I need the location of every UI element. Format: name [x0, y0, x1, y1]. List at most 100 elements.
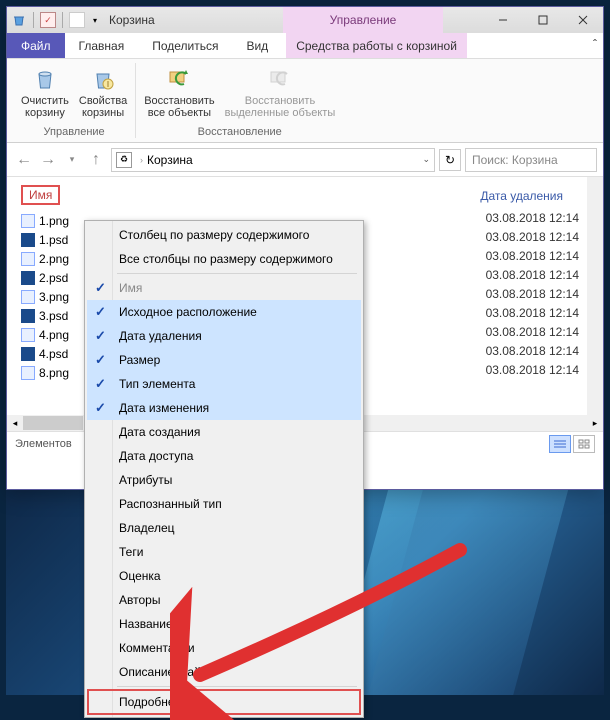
file-row[interactable]: 3.psd: [21, 306, 69, 325]
file-date: 03.08.2018 12:14: [486, 306, 579, 325]
ribbon-collapse-icon[interactable]: ˆ: [593, 37, 597, 51]
ctx-col-title[interactable]: Название: [87, 612, 361, 636]
file-name: 2.png: [39, 252, 69, 266]
recycle-bin-icon: [11, 12, 27, 28]
ctx-col-name[interactable]: ✓Имя: [87, 276, 361, 300]
tab-share[interactable]: Поделиться: [138, 33, 232, 58]
file-row[interactable]: 8.png: [21, 363, 69, 382]
view-icons-button[interactable]: [573, 435, 595, 453]
qat-checkbox-icon[interactable]: ✓: [40, 12, 56, 28]
file-date: 03.08.2018 12:14: [486, 230, 579, 249]
address-bar[interactable]: ♻ › Корзина ⌄: [111, 148, 435, 172]
nav-up-button[interactable]: ↑: [85, 149, 107, 171]
ctx-size-column[interactable]: Столбец по размеру содержимого: [87, 223, 361, 247]
file-name: 1.psd: [39, 233, 68, 247]
ribbon-group-restore-label: Восстановление: [198, 126, 282, 138]
ctx-col-date-modified[interactable]: ✓Дата изменения: [87, 396, 361, 420]
file-row[interactable]: 1.psd: [21, 230, 69, 249]
file-date: 03.08.2018 12:14: [486, 344, 579, 363]
trash-icon: [31, 65, 59, 93]
close-button[interactable]: [563, 7, 603, 33]
check-icon: ✓: [95, 280, 106, 296]
psd-file-icon: [21, 309, 35, 323]
minimize-button[interactable]: [483, 7, 523, 33]
tab-recycle-tools[interactable]: Средства работы с корзиной: [286, 33, 467, 58]
address-dropdown-icon[interactable]: ⌄: [422, 154, 430, 165]
png-file-icon: [21, 214, 35, 228]
ctx-col-owner[interactable]: Владелец: [87, 516, 361, 540]
refresh-button[interactable]: ↻: [439, 149, 461, 171]
check-icon: ✓: [95, 352, 106, 368]
nav-forward-button[interactable]: →: [37, 149, 59, 171]
file-name: 4.png: [39, 328, 69, 342]
ctx-col-perceived-type[interactable]: Распознанный тип: [87, 492, 361, 516]
check-icon: ✓: [95, 376, 106, 392]
status-text: Элементов: [15, 438, 72, 450]
png-file-icon: [21, 290, 35, 304]
file-row[interactable]: 2.png: [21, 249, 69, 268]
empty-recycle-button[interactable]: Очистить корзину: [21, 63, 69, 124]
check-icon: ✓: [95, 328, 106, 344]
tab-file[interactable]: Файл: [7, 33, 65, 58]
chevron-right-icon: ›: [140, 155, 143, 165]
restore-selected-icon: [266, 65, 294, 93]
file-row[interactable]: 4.psd: [21, 344, 69, 363]
file-row[interactable]: 3.png: [21, 287, 69, 306]
ctx-col-attributes[interactable]: Атрибуты: [87, 468, 361, 492]
ctx-col-date-deleted[interactable]: ✓Дата удаления: [87, 324, 361, 348]
nav-bar: ← → ▾ ↑ ♻ › Корзина ⌄ ↻ Поиск: Корзина: [7, 143, 603, 177]
ctx-col-orig-location[interactable]: ✓Исходное расположение: [87, 300, 361, 324]
qat-dropdown-icon[interactable]: ▾: [87, 12, 103, 28]
ctx-col-authors[interactable]: Авторы: [87, 588, 361, 612]
ctx-col-size[interactable]: ✓Размер: [87, 348, 361, 372]
column-header-date[interactable]: Дата удаления: [480, 189, 563, 203]
search-input[interactable]: Поиск: Корзина: [465, 148, 597, 172]
tab-view[interactable]: Вид: [232, 33, 282, 58]
column-header-name[interactable]: Имя: [21, 185, 60, 205]
nav-back-button[interactable]: ←: [13, 149, 35, 171]
file-name: 2.psd: [39, 271, 68, 285]
scroll-thumb[interactable]: [23, 416, 83, 430]
file-date: 03.08.2018 12:14: [486, 249, 579, 268]
psd-file-icon: [21, 233, 35, 247]
file-row[interactable]: 1.png: [21, 211, 69, 230]
ctx-col-comments[interactable]: Комментарии: [87, 636, 361, 660]
ctx-col-rating[interactable]: Оценка: [87, 564, 361, 588]
ctx-size-all-columns[interactable]: Все столбцы по размеру содержимого: [87, 247, 361, 271]
scroll-left-icon[interactable]: ◂: [7, 415, 23, 431]
check-icon: ✓: [95, 304, 106, 320]
view-details-button[interactable]: [549, 435, 571, 453]
file-name: 8.png: [39, 366, 69, 380]
ctx-col-tags[interactable]: Теги: [87, 540, 361, 564]
tab-home[interactable]: Главная: [65, 33, 139, 58]
ribbon-tabs: Файл Главная Поделиться Вид Средства раб…: [7, 33, 603, 59]
ctx-col-date-access[interactable]: Дата доступа: [87, 444, 361, 468]
window-title: Корзина: [109, 13, 155, 27]
check-icon: ✓: [95, 400, 106, 416]
contextual-tab-header: Управление: [283, 7, 443, 33]
ribbon-group-manage-label: Управление: [44, 126, 105, 138]
png-file-icon: [21, 328, 35, 342]
ctx-col-file-desc[interactable]: Описание файла: [87, 660, 361, 684]
ctx-col-date-created[interactable]: Дата создания: [87, 420, 361, 444]
file-date: 03.08.2018 12:14: [486, 287, 579, 306]
context-menu: Столбец по размеру содержимого Все столб…: [84, 220, 364, 718]
maximize-button[interactable]: [523, 7, 563, 33]
file-date: 03.08.2018 12:14: [486, 325, 579, 344]
file-name: 1.png: [39, 214, 69, 228]
nav-history-button[interactable]: ▾: [61, 149, 83, 171]
restore-all-button[interactable]: Восстановить все объекты: [144, 63, 214, 124]
file-date: 03.08.2018 12:14: [486, 363, 579, 382]
restore-all-icon: [165, 65, 193, 93]
file-row[interactable]: 2.psd: [21, 268, 69, 287]
restore-selected-button[interactable]: Восстановить выделенные объекты: [225, 63, 336, 124]
file-row[interactable]: 4.png: [21, 325, 69, 344]
scrollbar-vertical[interactable]: [587, 177, 603, 415]
psd-file-icon: [21, 347, 35, 361]
ctx-more[interactable]: Подробнее...: [87, 689, 361, 715]
scroll-right-icon[interactable]: ▸: [587, 415, 603, 431]
file-name: 4.psd: [39, 347, 68, 361]
ctx-col-type[interactable]: ✓Тип элемента: [87, 372, 361, 396]
recycle-properties-button[interactable]: Свойства корзины: [79, 63, 127, 124]
png-file-icon: [21, 252, 35, 266]
